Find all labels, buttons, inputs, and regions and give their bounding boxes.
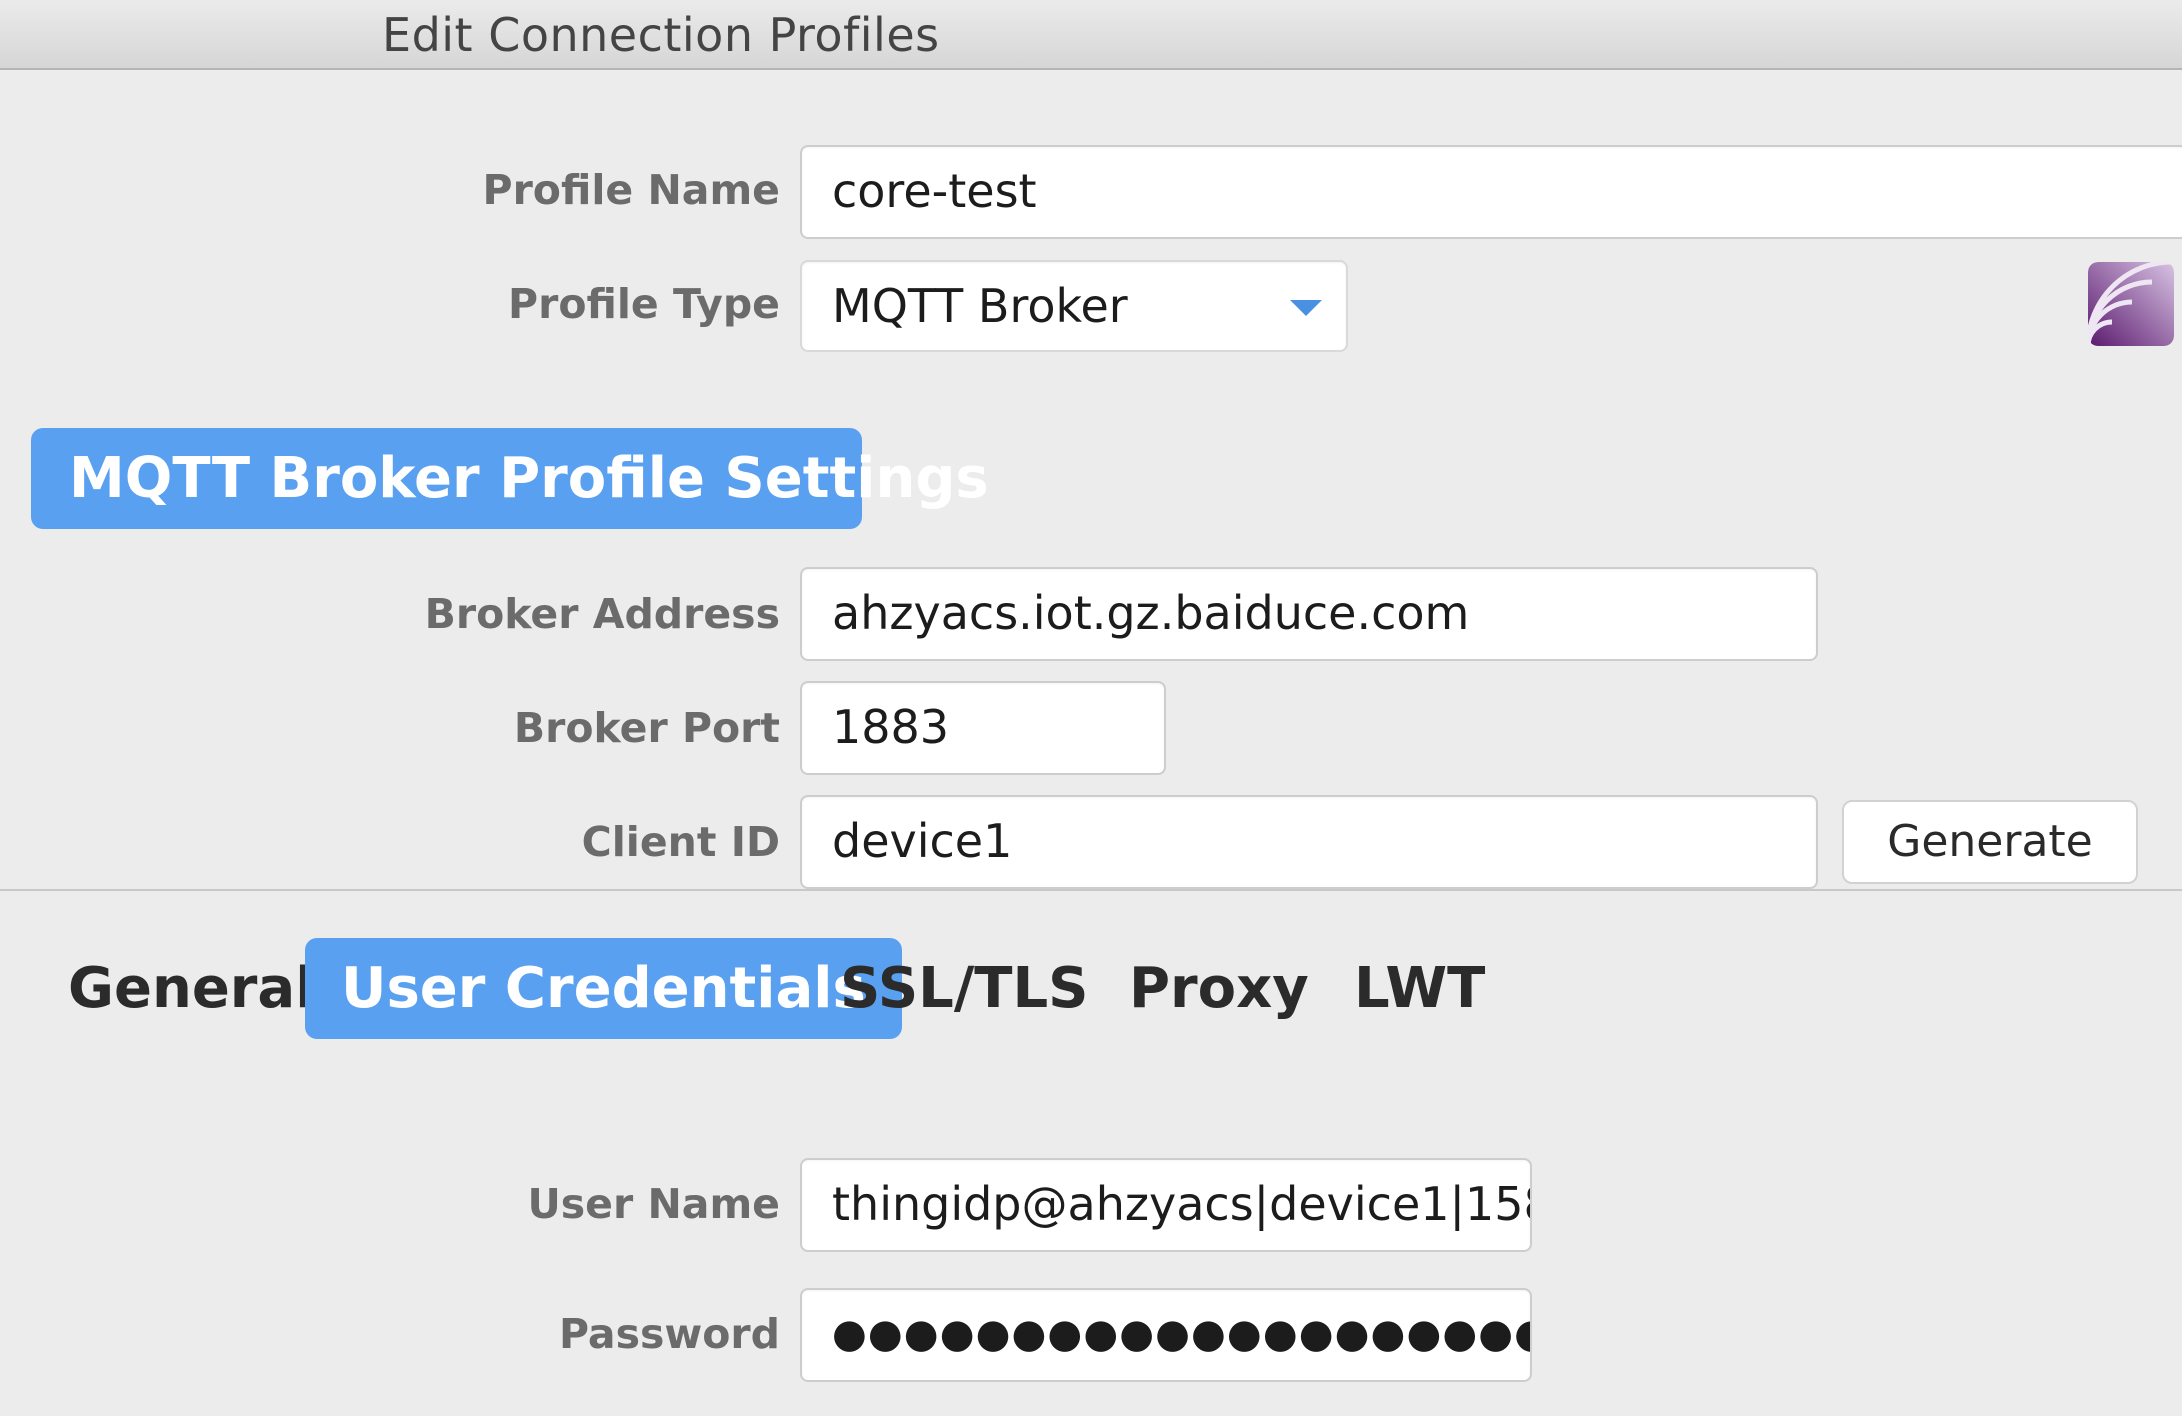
password-label: Password [558, 1310, 780, 1358]
title-bar[interactable]: Edit Connection Profiles [0, 0, 2182, 70]
client-id-label: Client ID [581, 818, 780, 866]
broker-port-input[interactable]: 1883 [800, 681, 1166, 775]
section-divider [0, 889, 2182, 891]
profile-name-label: Profile Name [482, 166, 780, 214]
window-title: Edit Connection Profiles [382, 8, 940, 62]
tab-general[interactable]: General [32, 938, 350, 1039]
mqtt-broker-settings-header: MQTT Broker Profile Settings [31, 428, 989, 529]
tab-ssl-tls[interactable]: SSL/TLS [804, 938, 1125, 1039]
mqtt-fx-broadcast-icon [2088, 262, 2174, 346]
user-name-label: User Name [527, 1180, 780, 1228]
tab-lwt[interactable]: LWT [1318, 938, 1521, 1039]
client-id-input[interactable]: device1 [800, 795, 1818, 889]
broker-address-label: Broker Address [424, 590, 780, 638]
tab-proxy[interactable]: Proxy [1093, 938, 1345, 1039]
profile-type-label: Profile Type [508, 280, 780, 328]
user-name-input[interactable]: thingidp@ahzyacs|device1|1583 [800, 1158, 1532, 1252]
chevron-down-icon [1290, 300, 1322, 316]
broker-port-label: Broker Port [513, 704, 780, 752]
edit-connection-profiles-window: Edit Connection Profiles Profile Name co… [0, 0, 2182, 1416]
profile-name-input[interactable]: core-test [800, 145, 2182, 239]
broker-address-input[interactable]: ahzyacs.iot.gz.baiduce.com [800, 567, 1818, 661]
password-input[interactable]: ●●●●●●●●●●●●●●●●●●●●●●●● [800, 1288, 1532, 1382]
generate-button[interactable]: Generate [1842, 800, 2138, 884]
profile-type-select[interactable]: MQTT Broker [800, 260, 1348, 352]
profile-type-value: MQTT Broker [832, 279, 1128, 333]
